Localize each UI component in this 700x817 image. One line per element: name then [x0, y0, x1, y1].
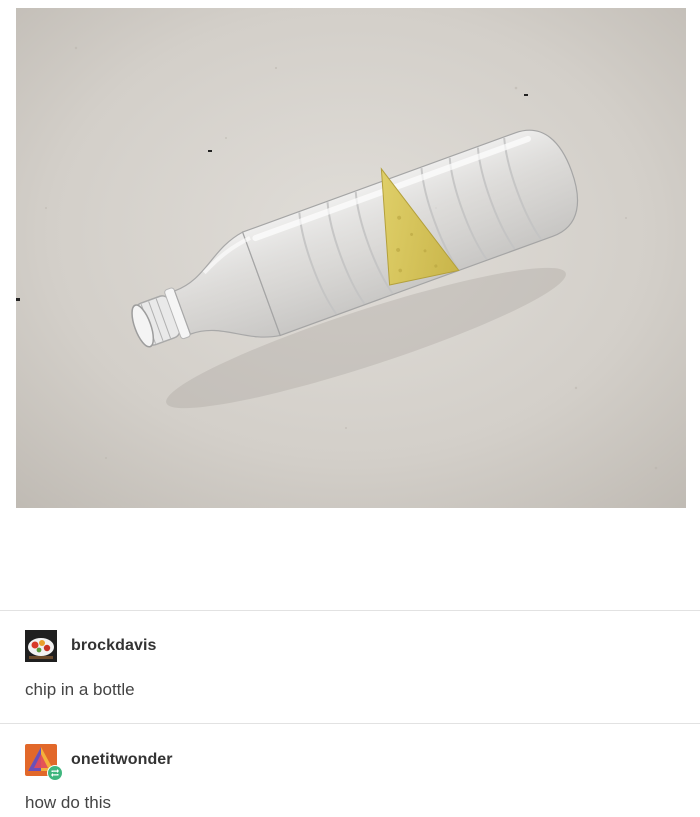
post-divider: [0, 610, 700, 611]
post-header: onetitwonder: [25, 744, 173, 781]
food-plate-avatar-icon[interactable]: [25, 630, 57, 662]
post-divider: [0, 723, 700, 724]
post-header: brockdavis: [25, 630, 156, 662]
post-text: chip in a bottle: [25, 680, 135, 699]
post-text: how do this: [25, 793, 111, 812]
chip-in-bottle-image: [16, 8, 686, 508]
triangle-avatar-icon[interactable]: [25, 744, 63, 781]
post-photo: [16, 8, 686, 508]
reblog-icon: [47, 765, 63, 781]
post-username[interactable]: onetitwonder: [71, 751, 173, 769]
post-username[interactable]: brockdavis: [71, 637, 156, 655]
